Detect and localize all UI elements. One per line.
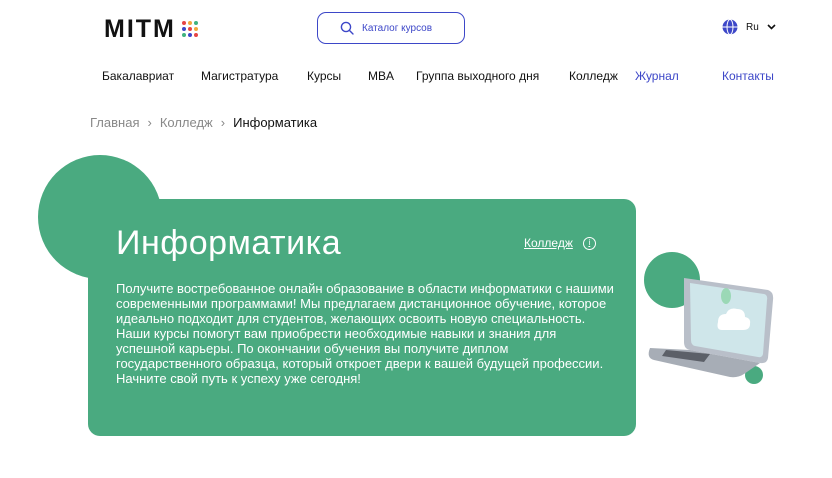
info-icon: i [582, 236, 596, 250]
chevron-right-icon: › [147, 115, 152, 130]
nav-item-courses[interactable]: Курсы [307, 69, 341, 83]
language-selector[interactable]: Ru [722, 19, 776, 35]
logo-text: MITM [104, 14, 176, 43]
chevron-right-icon: › [220, 115, 226, 130]
nav-item-bachelor[interactable]: Бакалавриат [102, 69, 174, 83]
nav-item-master[interactable]: Магистратура [201, 69, 278, 83]
college-link[interactable]: Колледж i [524, 236, 596, 250]
globe-icon [722, 19, 738, 35]
nav-item-contacts[interactable]: Контакты [722, 69, 774, 83]
college-link-label: Колледж [524, 236, 573, 250]
breadcrumb-current: Информатика [233, 115, 318, 130]
hero-card: Информатика Колледж i Получите востребов… [88, 199, 636, 436]
search-icon [340, 21, 354, 35]
logo-dots-icon [181, 21, 198, 37]
catalog-search-button[interactable]: Каталог курсов [317, 12, 465, 44]
breadcrumb: Главная › Колледж › Информатика [90, 115, 317, 130]
catalog-label: Каталог курсов [362, 22, 433, 34]
logo[interactable]: MITM [104, 14, 198, 43]
breadcrumb-home[interactable]: Главная [90, 115, 139, 130]
main-nav: Бакалавриат Магистратура Курсы MBA Групп… [0, 69, 832, 85]
chevron-down-icon [767, 24, 776, 30]
hero-description: Получите востребованное онлайн образован… [116, 281, 614, 386]
nav-item-journal[interactable]: Журнал [635, 69, 679, 83]
nav-item-mba[interactable]: MBA [368, 69, 394, 83]
language-label: Ru [746, 21, 759, 33]
nav-item-college[interactable]: Колледж [569, 69, 618, 83]
breadcrumb-college[interactable]: Колледж [160, 115, 213, 130]
nav-item-weekend-group[interactable]: Группа выходного дня [416, 69, 539, 83]
page-title: Информатика [116, 224, 342, 262]
laptop-illustration [644, 252, 774, 384]
